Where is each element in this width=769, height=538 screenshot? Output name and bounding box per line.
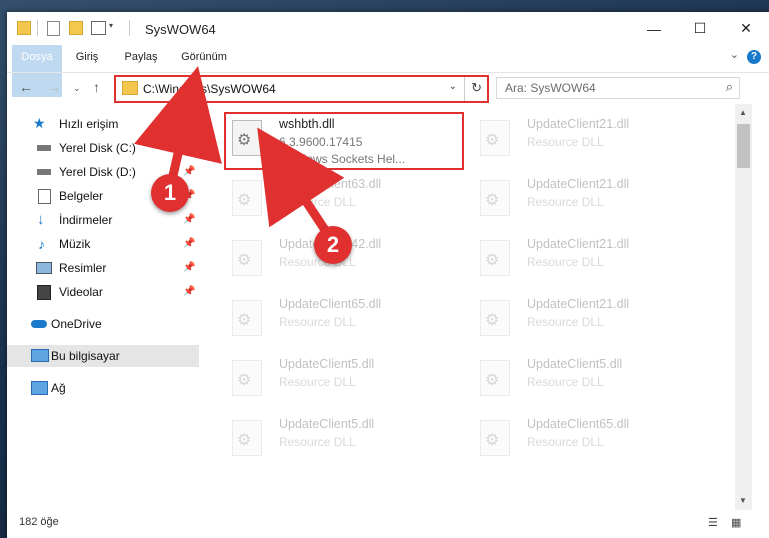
step-badge-2: 2	[314, 226, 352, 264]
arrow-step-2	[257, 127, 345, 235]
arrow-step-1	[134, 66, 222, 185]
annotation-arrows	[134, 66, 345, 235]
step-badge-1: 1	[151, 174, 189, 212]
